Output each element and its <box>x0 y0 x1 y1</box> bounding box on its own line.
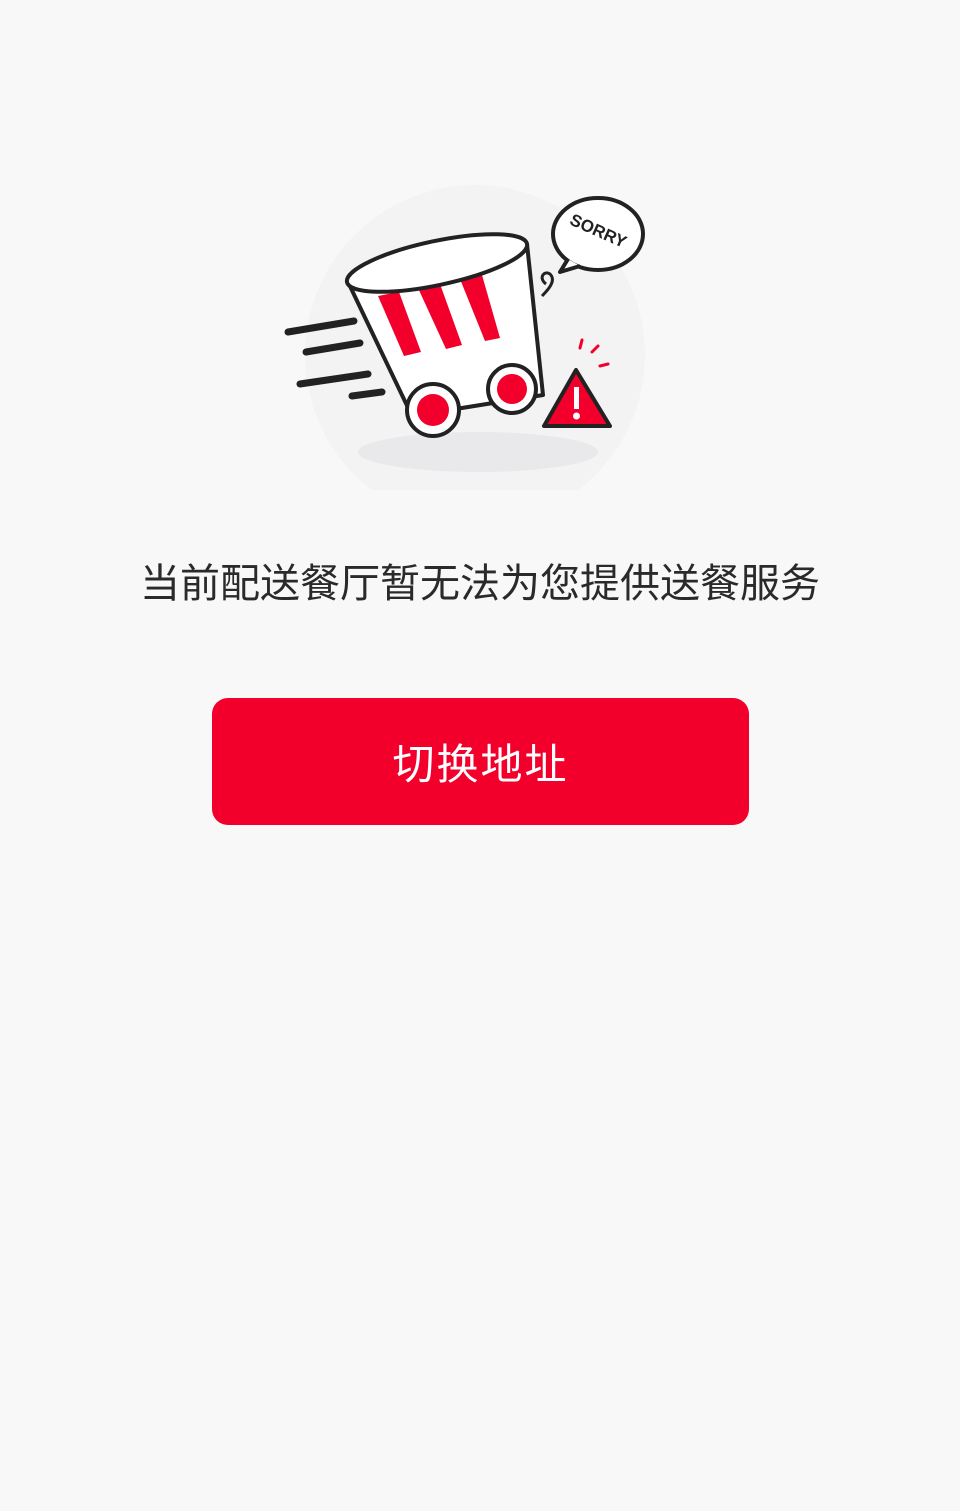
unavailable-message: 当前配送餐厅暂无法为您提供送餐服务 <box>140 561 820 607</box>
switch-address-button[interactable]: 切换地址 <box>212 698 749 825</box>
sorry-bucket-cart-icon: SORRY <box>250 180 710 525</box>
